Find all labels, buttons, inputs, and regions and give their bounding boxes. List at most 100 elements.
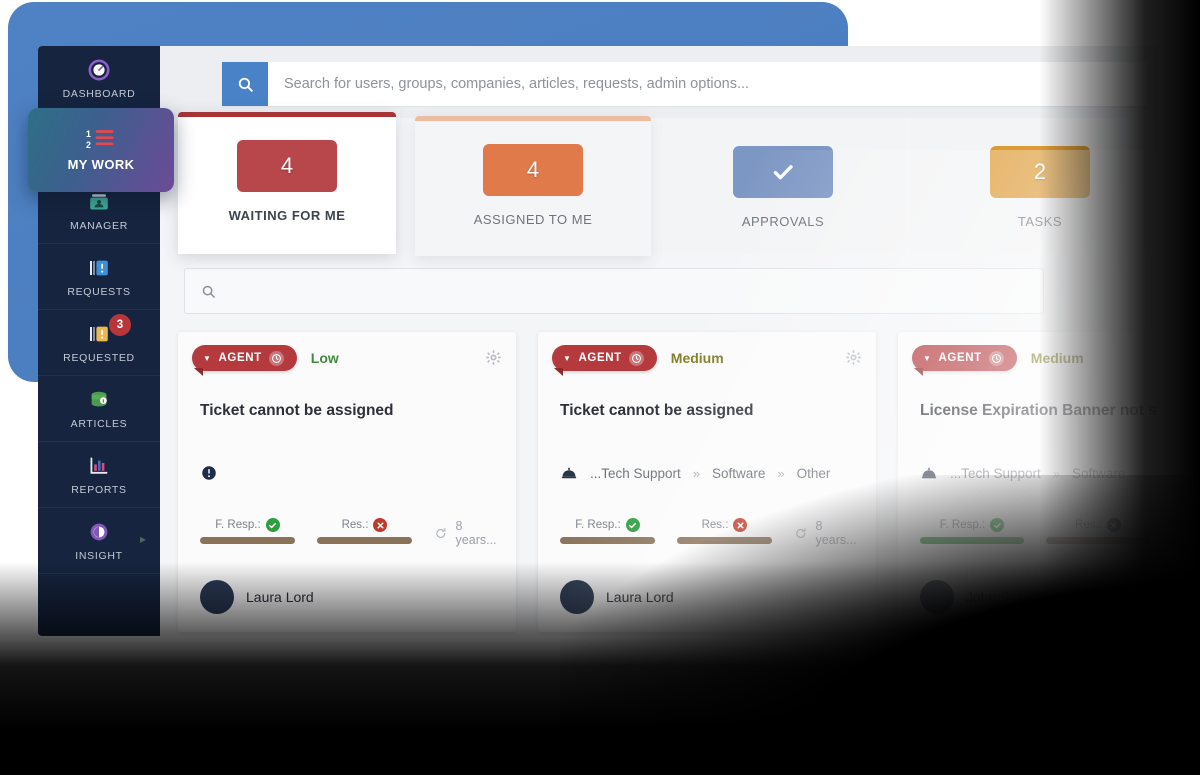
app-window: DASHBOARD MY WORK MANAGER REQUESTS 3 REQUESTE… [38, 46, 1158, 636]
priority-label: Medium [1030, 350, 1084, 366]
stat-card-accent-bar [415, 116, 651, 121]
breadcrumb-item[interactable]: Software [712, 466, 765, 481]
sla-label-row: Res.: [1046, 518, 1150, 532]
topbar [160, 46, 1158, 118]
breadcrumb-item[interactable]: Other [797, 466, 831, 481]
sla-label: Res.: [1075, 519, 1102, 531]
sidebar-item-label: REQUESTED [63, 352, 135, 364]
screenshot-root: DASHBOARD MY WORK MANAGER REQUESTS 3 REQUESTE… [0, 0, 1200, 775]
stat-card-accent-bar [178, 112, 396, 117]
ticket-footer: Laura Lord [200, 580, 502, 614]
service-bell-icon [921, 467, 937, 479]
status-ok-icon [625, 518, 640, 532]
status-fail-icon [1106, 518, 1121, 532]
ordered-list-icon: 1 2 [86, 129, 114, 150]
ticket-title[interactable]: Ticket cannot be assigned [178, 384, 516, 422]
stat-card-value-pill [733, 146, 833, 198]
clock-icon [988, 350, 1004, 366]
sla-block: F. Resp.: [200, 518, 295, 544]
chevron-right-icon[interactable]: ▸ [140, 532, 146, 546]
sidebar-item-insight[interactable]: INSIGHT ▸ [38, 508, 160, 574]
database-info-icon [91, 391, 107, 407]
sla-progress-bar [920, 537, 1024, 544]
avatar[interactable] [560, 580, 594, 614]
stat-card-label: APPROVALS [741, 214, 825, 229]
clock-icon [271, 353, 281, 363]
stat-card-assigned-to-me[interactable]: 4 ASSIGNED TO ME [415, 116, 651, 256]
agent-badge-label: AGENT [218, 352, 262, 364]
stat-card-approvals[interactable]: APPROVALS [660, 118, 906, 254]
sidebar-item-requests[interactable]: REQUESTS [38, 244, 160, 310]
ticket-assignee[interactable]: Laura Lord [246, 589, 314, 605]
sla-progress-bar [200, 537, 295, 544]
avatar[interactable] [200, 580, 234, 614]
stat-card-tasks[interactable]: 2 TASKS [910, 118, 1158, 254]
ticket-assignee[interactable]: John Sykes [966, 589, 1038, 605]
stat-card-label: WAITING FOR ME [228, 208, 346, 223]
breadcrumb-item[interactable]: Software [1072, 466, 1125, 481]
stat-card-label: ASSIGNED TO ME [473, 212, 593, 227]
agent-badge[interactable]: ▼ AGENT [912, 345, 1017, 371]
sidebar-item-icon [87, 255, 111, 281]
chevron-down-icon: ▼ [923, 353, 932, 363]
ticket-title[interactable]: License Expiration Banner not showing [898, 384, 1158, 422]
sidebar-item-label: INSIGHT [75, 550, 123, 562]
gauge-icon [88, 59, 110, 81]
breadcrumb-item[interactable]: ...Tech Support [590, 466, 681, 481]
gear-icon [846, 350, 861, 365]
avatar[interactable] [920, 580, 954, 614]
stat-card-label: TASKS [1017, 214, 1063, 229]
ticket-breadcrumb: ...Tech Support » Software » Other [560, 464, 862, 482]
ticket-card[interactable]: ▼ AGENT Low Ticket cannot be assigned F. Res… [178, 332, 516, 632]
refresh-icon [796, 527, 806, 538]
sla-block: Res.: [677, 518, 772, 544]
stat-card-value: 4 [526, 157, 540, 182]
sla-row: F. Resp.: Res.: [920, 518, 1158, 544]
sidebar-item-reports[interactable]: REPORTS [38, 442, 160, 508]
sidebar-item-my-work[interactable]: 1 2 MY WORK [28, 108, 174, 192]
ticket-age: 8 years... [794, 518, 862, 547]
status-ok-icon [265, 518, 280, 532]
clock-icon [628, 350, 644, 366]
ticket-filter-search[interactable] [184, 268, 1044, 314]
ticket-card[interactable]: ▼ AGENT Medium License Expiration Banner no… [898, 332, 1158, 632]
ticket-assignee[interactable]: Laura Lord [606, 589, 674, 605]
sidebar-item-requested[interactable]: 3 REQUESTED [38, 310, 160, 376]
sla-label: Res.: [341, 519, 369, 531]
sla-label-row: F. Resp.: [920, 518, 1024, 532]
stat-card-waiting-for-me[interactable]: 4 WAITING FOR ME [178, 112, 396, 254]
ticket-card[interactable]: ▼ AGENT Medium Ticket cannot be assigned...… [538, 332, 876, 632]
breadcrumb-item[interactable]: ...Tech Support [950, 466, 1041, 481]
sla-label-row: F. Resp.: [560, 518, 655, 532]
agent-badge[interactable]: ▼ AGENT [552, 345, 657, 371]
sla-label-row: F. Resp.: [200, 518, 295, 532]
clock-icon [268, 350, 284, 366]
search-input[interactable] [268, 62, 1148, 106]
main-content: 4 WAITING FOR ME 4 ASSIGNED TO ME APPROVALS 2… [160, 46, 1158, 636]
search-icon [238, 77, 253, 92]
search-button[interactable] [222, 62, 268, 106]
ticket-age-label: 8 years... [815, 519, 857, 547]
sla-row: F. Resp.: Res.: 8 years... [200, 518, 502, 547]
ticket-footer: Laura Lord [560, 580, 862, 614]
sidebar-item-icon [87, 519, 111, 545]
agent-badge[interactable]: ▼ AGENT [192, 345, 297, 371]
sla-block: Res.: [317, 518, 412, 544]
clock-icon [991, 353, 1001, 363]
sidebar-item-articles[interactable]: ARTICLES [38, 376, 160, 442]
sla-progress-bar [317, 537, 412, 544]
ticket-title[interactable]: Ticket cannot be assigned [538, 384, 876, 422]
sla-progress-bar [677, 537, 772, 544]
sla-block: F. Resp.: [560, 518, 655, 544]
sidebar-badge: 3 [109, 314, 131, 336]
gear-icon[interactable] [485, 349, 502, 371]
gear-icon [486, 350, 501, 365]
search-icon [202, 285, 215, 298]
agent-badge-label: AGENT [578, 352, 622, 364]
stat-card-value: 2 [1033, 159, 1047, 184]
sidebar-item-dashboard[interactable]: DASHBOARD [38, 46, 160, 112]
group-manager-icon [90, 194, 108, 210]
gear-icon[interactable] [845, 349, 862, 371]
sidebar-item-icon: 3 [87, 314, 131, 347]
sidebar-item-label: DASHBOARD [62, 88, 136, 100]
